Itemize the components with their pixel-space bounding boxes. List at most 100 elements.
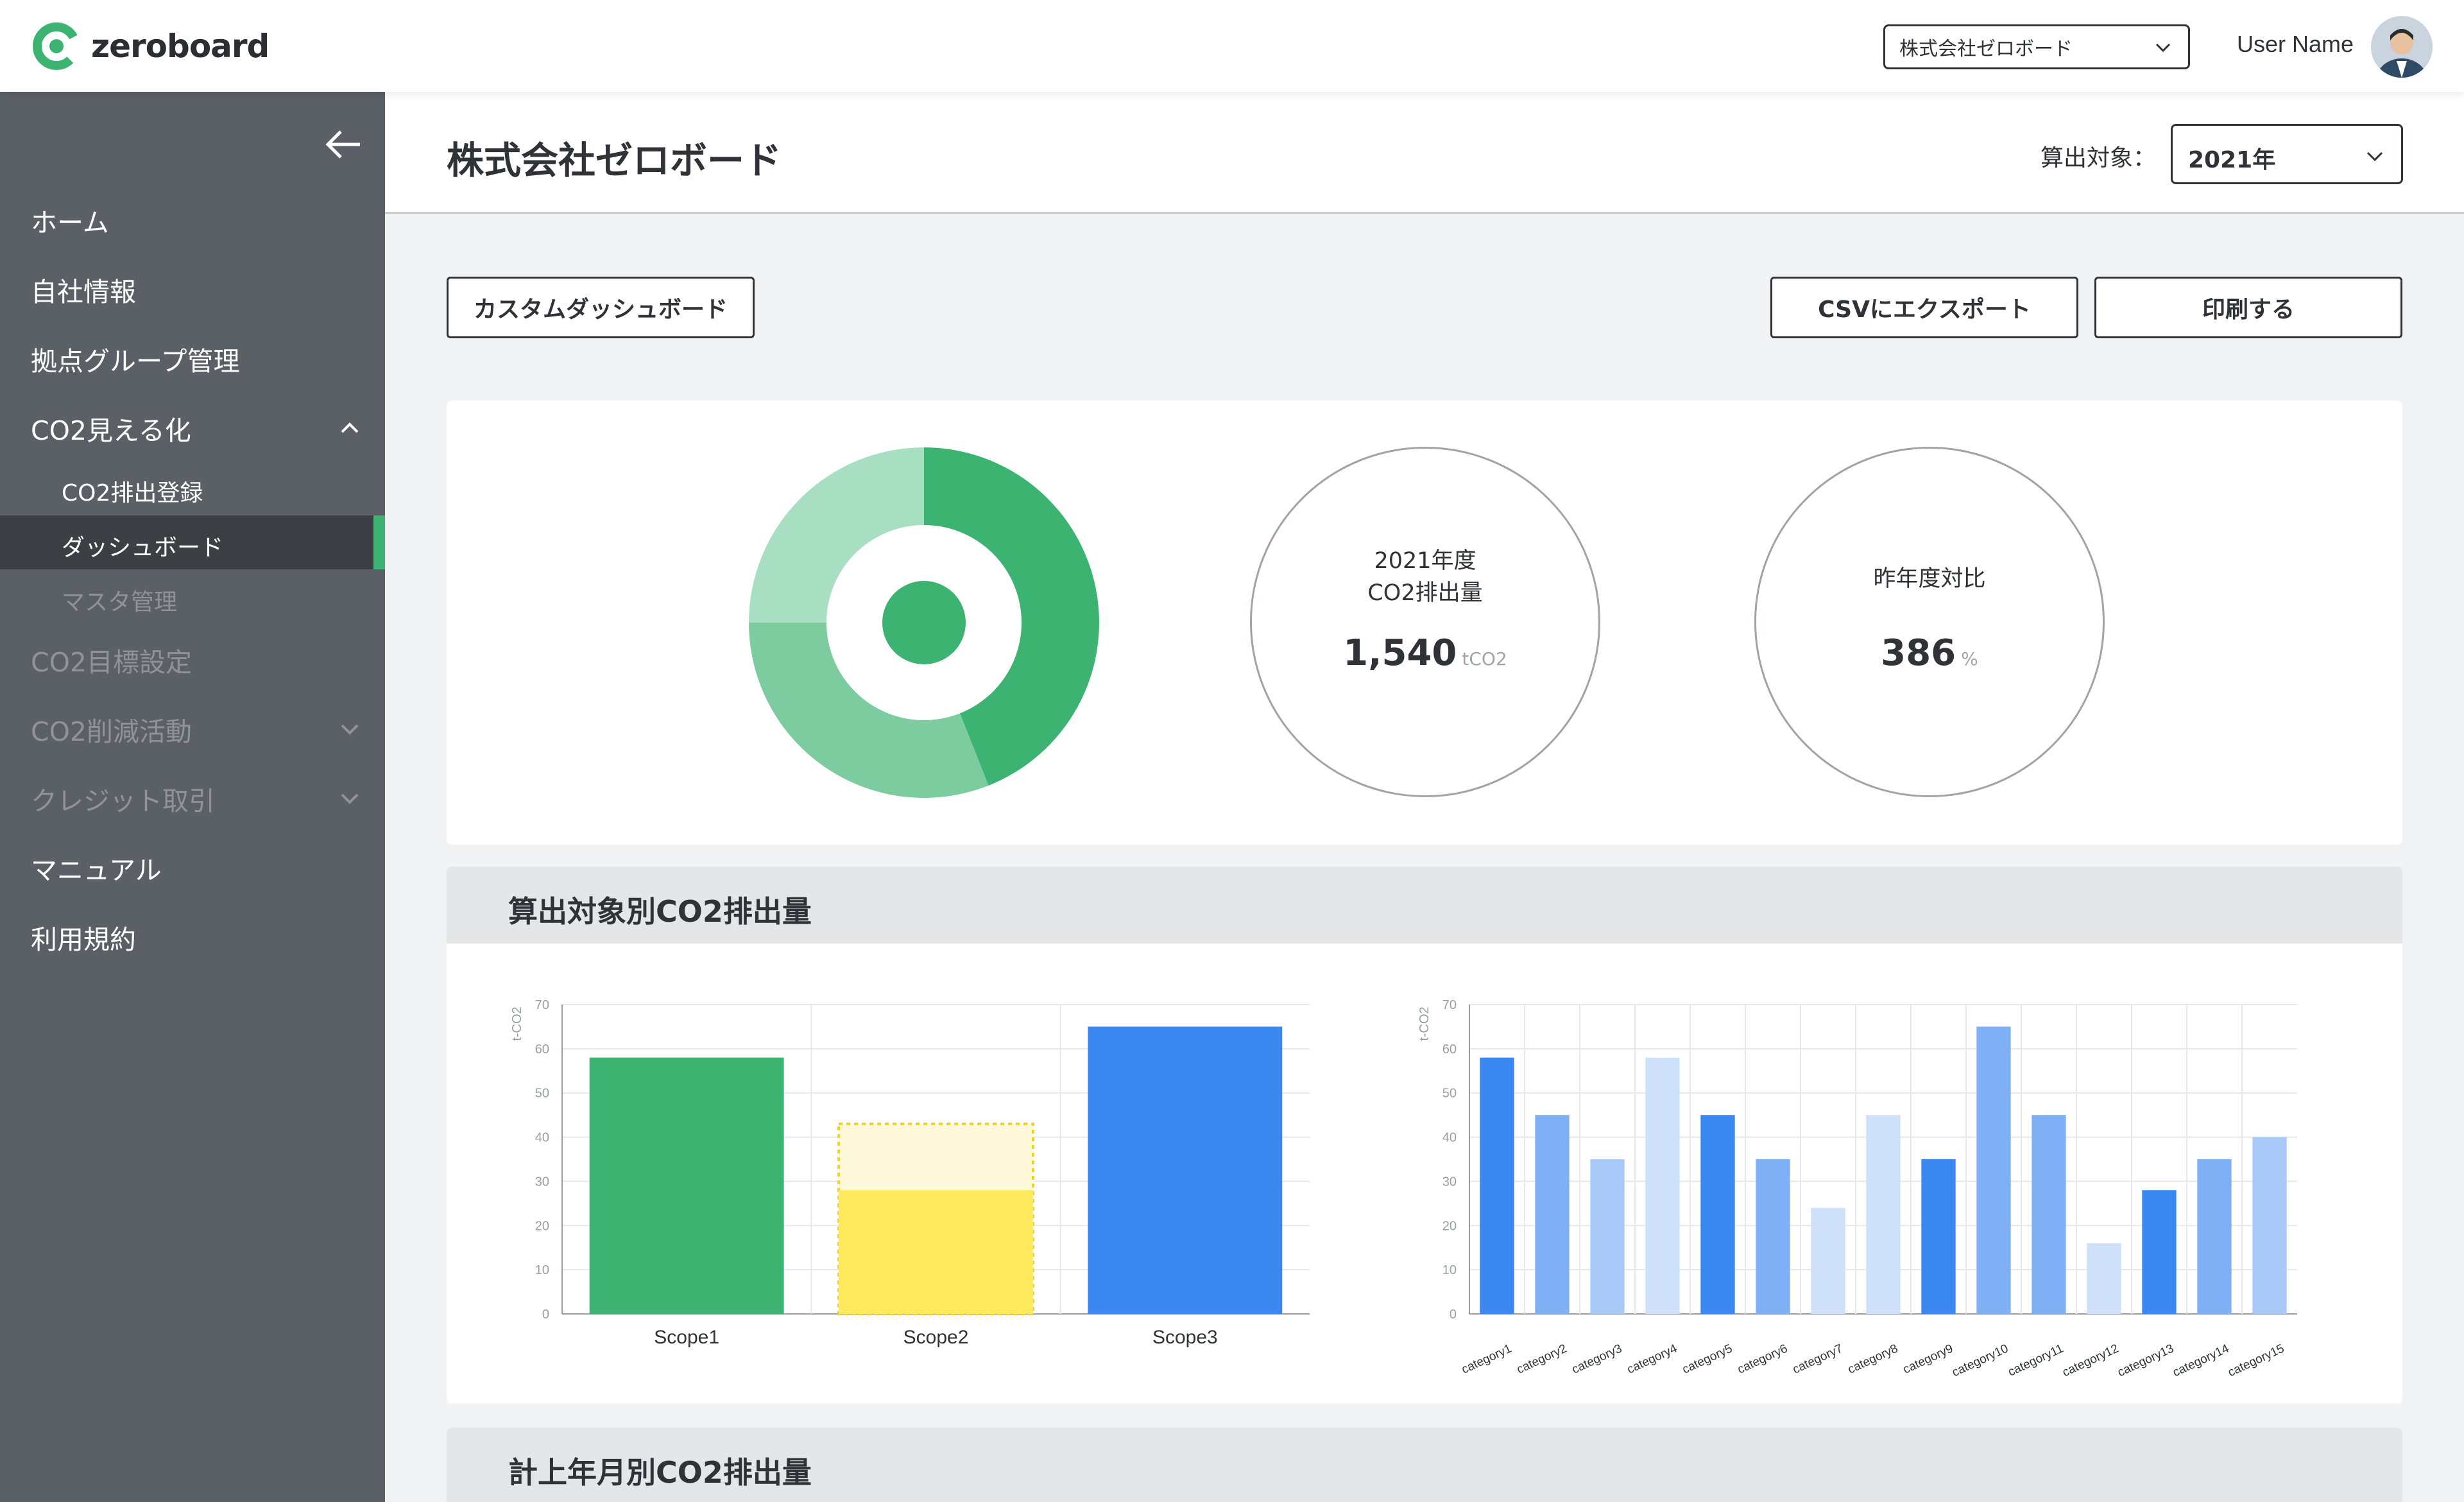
x-tick-label: category14 <box>2171 1342 2231 1379</box>
company-select-value: 株式会社ゼロボード <box>1899 38 2073 60</box>
scope-bar-chart: 0 10 20 30 40 50 60 70 t-CO2 Scope1 Scope2 Scope3 <box>510 998 1310 1348</box>
yoy-unit: % <box>1961 648 1978 669</box>
chevron-down-icon <box>2155 43 2171 53</box>
section-body-by-target: 0 10 20 30 40 50 60 70 t-CO2 Scope1 Scope2 Scope3 0… <box>447 944 2402 1404</box>
bar-category2 <box>1535 1115 1570 1314</box>
sidebar-item-terms[interactable]: 利用規約 <box>31 918 136 956</box>
page-title: 株式会社ゼロボード <box>447 139 782 182</box>
emission-unit: tCO2 <box>1462 648 1507 669</box>
sidebar: ホーム 自社情報 拠点グループ管理 CO2見える化 CO2排出登録 ダッシュボー… <box>0 92 385 1502</box>
chevron-down-icon <box>2366 151 2383 162</box>
user-name[interactable]: User Name <box>2237 31 2354 58</box>
x-tick-label: category12 <box>2060 1342 2121 1379</box>
bar-category1 <box>1480 1057 1514 1314</box>
x-tick-label: category15 <box>2226 1342 2286 1379</box>
x-tick-label: category5 <box>1681 1342 1735 1376</box>
bar-category13 <box>2142 1190 2177 1314</box>
x-tick-label: Scope1 <box>654 1327 719 1348</box>
y-tick-label: 0 <box>1450 1308 1457 1322</box>
company-select[interactable]: 株式会社ゼロボード <box>1883 24 2190 69</box>
x-tick-label: Scope2 <box>903 1327 969 1348</box>
bar-category4 <box>1645 1057 1680 1314</box>
x-tick-label: category6 <box>1736 1342 1790 1376</box>
yoy-caption: 昨年度対比 <box>1873 566 1986 592</box>
y-tick-label: 70 <box>1442 998 1457 1012</box>
category-bar-chart: 010203040506070t-CO2category1 category2 ca… <box>1417 998 2297 1379</box>
bar-Scope2 <box>839 1190 1033 1314</box>
y-tick-label: 40 <box>1442 1131 1457 1145</box>
y-tick-label: 20 <box>1442 1219 1457 1233</box>
yoy-value: 386 <box>1881 632 1956 674</box>
yoy-circle: 昨年度対比 386% <box>1754 447 2105 797</box>
bar-category11 <box>2032 1115 2066 1314</box>
x-tick-label: Scope3 <box>1152 1327 1218 1348</box>
sidebar-item-dashboard[interactable]: ダッシュボード <box>62 529 223 562</box>
x-tick-label: category4 <box>1625 1342 1680 1376</box>
donut-chart <box>749 447 1099 798</box>
x-tick-label: category11 <box>2006 1342 2066 1379</box>
bar-category6 <box>1756 1159 1790 1314</box>
y-tick-label: 20 <box>535 1219 549 1233</box>
y-tick-label: 10 <box>535 1263 549 1277</box>
bar-Scope1 <box>589 1057 784 1314</box>
yoy-value-wrap: 386% <box>1756 632 2103 674</box>
y-tick-label: 50 <box>1442 1087 1457 1101</box>
logo-icon <box>31 21 82 72</box>
csv-export-button[interactable]: CSVにエクスポート <box>1770 277 2078 338</box>
bar-category15 <box>2252 1137 2287 1314</box>
bar-Scope3 <box>1088 1026 1283 1314</box>
bar-category9 <box>1921 1159 1956 1314</box>
print-button[interactable]: 印刷する <box>2094 277 2402 338</box>
sidebar-item-manual[interactable]: マニュアル <box>31 849 162 887</box>
bar-category12 <box>2087 1243 2121 1314</box>
custom-dashboard-button[interactable]: カスタムダッシュボード <box>447 277 755 338</box>
emission-value-wrap: 1,540 tCO2 <box>1252 632 1598 674</box>
sidebar-item-site-groups[interactable]: 拠点グループ管理 <box>31 340 240 378</box>
chevron-down-icon <box>341 793 359 804</box>
bar-category3 <box>1590 1159 1625 1314</box>
bar-category5 <box>1700 1115 1735 1314</box>
bar-category7 <box>1811 1207 1845 1314</box>
y-tick-label: 0 <box>542 1308 549 1322</box>
emission-caption-label: CO2排出量 <box>1367 580 1483 606</box>
bar-category10 <box>1976 1026 2011 1314</box>
zeroboard-logo[interactable]: zeroboard <box>31 19 270 73</box>
sidebar-item-home[interactable]: ホーム <box>31 201 109 239</box>
sidebar-item-co2-visualization[interactable]: CO2見える化 <box>31 409 191 447</box>
y-tick-label: 10 <box>1442 1263 1457 1277</box>
arrow-left-icon[interactable] <box>323 124 364 165</box>
year-select[interactable]: 2021年 <box>2171 124 2403 184</box>
y-axis-label: t-CO2 <box>510 1006 524 1040</box>
sidebar-item-co2-registration[interactable]: CO2排出登録 <box>62 474 203 508</box>
section-header-by-month: 計上年月別CO2排出量 <box>447 1428 2402 1502</box>
top-header: zeroboard 株式会社ゼロボード User Name <box>0 0 2464 92</box>
section-header-by-target: 算出対象別CO2排出量 <box>447 867 2402 944</box>
sidebar-item-company-info[interactable]: 自社情報 <box>31 270 136 309</box>
y-tick-label: 40 <box>535 1131 549 1145</box>
logo-text: zeroboard <box>91 28 270 65</box>
sidebar-item-co2-reduction: CO2削減活動 <box>31 716 192 747</box>
section-title-by-month: 計上年月別CO2排出量 <box>508 1455 812 1490</box>
x-tick-label: category2 <box>1515 1342 1570 1376</box>
x-tick-label: category3 <box>1570 1342 1625 1376</box>
y-tick-label: 60 <box>535 1042 549 1057</box>
y-tick-label: 50 <box>535 1087 549 1101</box>
chevron-up-icon[interactable] <box>337 415 363 441</box>
chevron-down-icon <box>341 724 359 735</box>
sidebar-item-credit-trading: クレジット取引 <box>31 786 215 816</box>
y-tick-label: 30 <box>1442 1175 1457 1189</box>
x-tick-label: category8 <box>1846 1342 1901 1376</box>
x-tick-label: category13 <box>2116 1342 2176 1379</box>
donut-center-dot <box>882 581 966 664</box>
x-tick-label: category1 <box>1460 1342 1514 1376</box>
page-title-bar: 株式会社ゼロボード 算出対象： 2021年 <box>385 92 2464 214</box>
x-tick-label: category10 <box>1950 1342 2010 1379</box>
bar-category8 <box>1866 1115 1901 1314</box>
user-avatar[interactable] <box>2371 16 2433 78</box>
target-label: 算出対象： <box>2041 145 2157 171</box>
year-select-value: 2021年 <box>2188 147 2276 173</box>
summary-card: 2021年度 CO2排出量 1,540 tCO2 昨年度対比 386% <box>447 401 2402 845</box>
bar-category14 <box>2197 1159 2232 1314</box>
x-tick-label: category7 <box>1791 1342 1845 1376</box>
emission-caption-year: 2021年度 <box>1374 548 1476 574</box>
